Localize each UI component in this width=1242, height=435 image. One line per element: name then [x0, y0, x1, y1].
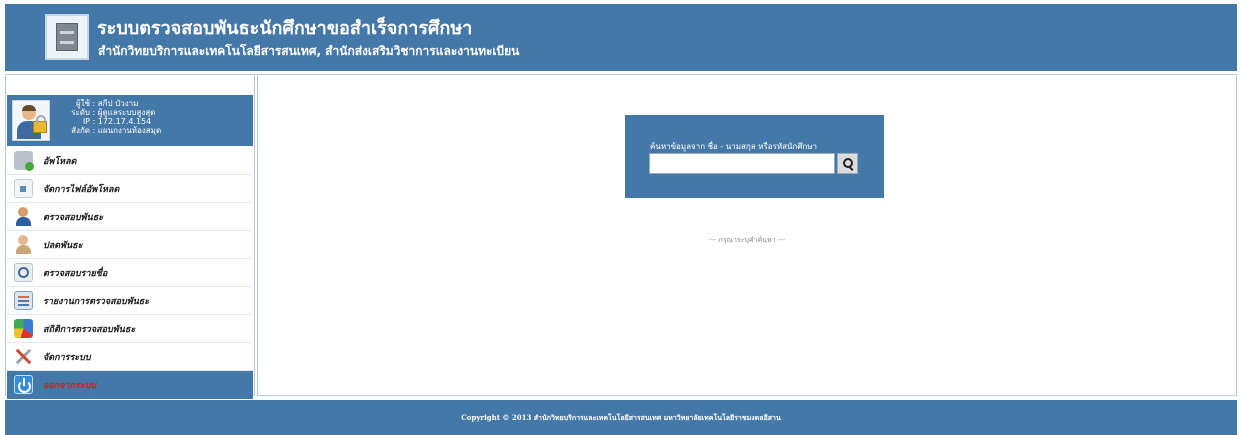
menu-item-label: จัดการระบบ — [43, 353, 91, 363]
menu-item-system-settings[interactable]: จัดการระบบ — [7, 343, 253, 371]
ip-field: IP : 172.17.4.154 — [82, 117, 152, 126]
menu-item-label: สถิติการตรวจสอบพันธะ — [43, 325, 136, 335]
menu-item-label: ตรวจสอบพันธะ — [43, 213, 104, 223]
menu-item-label: ออกจากระบบ — [43, 381, 97, 391]
app-title: ระบบตรวจสอบพันธะนักศึกษาขอสำเร็จการศึกษา — [97, 18, 473, 39]
user-info: ผู้ใช้ : สกีป บัวงาม ระดับ : ผู้ดูแลระบบ… — [55, 99, 161, 135]
search-panel: ค้นหาข้อมูลจาก ชื่อ - นามสกุล หรือรหัสนั… — [625, 115, 884, 198]
tools-icon — [14, 347, 33, 366]
menu-item-label: ตรวจสอบรายชื่อ — [43, 269, 108, 279]
search-label: ค้นหาข้อมูลจาก ชื่อ - นามสกุล หรือรหัสนั… — [650, 142, 818, 151]
menu-item-label: อัพโหลด — [43, 157, 77, 167]
menu-item-label: จัดการไฟล์อัพโหลด — [43, 185, 120, 195]
menu-item-label: รายงานการตรวจสอบพันธะ — [43, 297, 150, 307]
search-button[interactable] — [837, 153, 858, 174]
report-icon — [14, 291, 33, 310]
sidebar: ผู้ใช้ : สกีป บัวงาม ระดับ : ผู้ดูแลระบบ… — [5, 74, 255, 399]
menu-item-label: ปลดพันธะ — [43, 241, 83, 251]
footer-copyright: Copyright © 2013 สำนักวิทยบริการและเทคโน… — [5, 400, 1237, 435]
search-hint: --- กรุณาระบุคำค้นหา --- — [708, 236, 786, 244]
menu-item-logout[interactable]: ออกจากระบบ — [7, 371, 253, 399]
upload-icon — [14, 151, 34, 171]
level-field: ระดับ : ผู้ดูแลระบบสูงสุด — [71, 108, 156, 117]
file-cabinet-icon — [45, 14, 89, 60]
main-content: ค้นหาข้อมูลจาก ชื่อ - นามสกุล หรือรหัสนั… — [257, 74, 1237, 396]
search-list-icon — [14, 263, 33, 282]
user-alert-icon — [14, 207, 33, 226]
search-input[interactable] — [649, 153, 835, 174]
affiliation-field: สังกัด : แผนกงานห้องสมุด — [71, 126, 162, 135]
menu-item-release-obligation[interactable]: ปลดพันธะ — [7, 231, 253, 259]
power-icon — [14, 375, 33, 394]
app-subtitle: สำนักวิทยบริการและเทคโนโลยีสารสนเทศ, สำน… — [98, 44, 520, 58]
user-panel: ผู้ใช้ : สกีป บัวงาม ระดับ : ผู้ดูแลระบบ… — [7, 95, 253, 146]
menu-item-upload[interactable]: อัพโหลด — [7, 147, 253, 175]
user-field: ผู้ใช้ : สกีป บัวงาม — [75, 99, 139, 108]
pie-chart-icon — [14, 319, 33, 338]
header-bar: ระบบตรวจสอบพันธะนักศึกษาขอสำเร็จการศึกษา… — [5, 4, 1237, 71]
menu-item-check-names[interactable]: ตรวจสอบรายชื่อ — [7, 259, 253, 287]
user-lock-icon — [12, 100, 50, 141]
menu-item-manage-files[interactable]: จัดการไฟล์อัพโหลด — [7, 175, 253, 203]
menu-item-statistics[interactable]: สถิติการตรวจสอบพันธะ — [7, 315, 253, 343]
user-release-icon — [14, 235, 33, 254]
menu-item-report[interactable]: รายงานการตรวจสอบพันธะ — [7, 287, 253, 315]
main-menu: อัพโหลด จัดการไฟล์อัพโหลด ตรวจสอบพันธะ ป… — [7, 147, 253, 399]
file-manage-icon — [14, 179, 33, 198]
menu-item-check-obligation[interactable]: ตรวจสอบพันธะ — [7, 203, 253, 231]
